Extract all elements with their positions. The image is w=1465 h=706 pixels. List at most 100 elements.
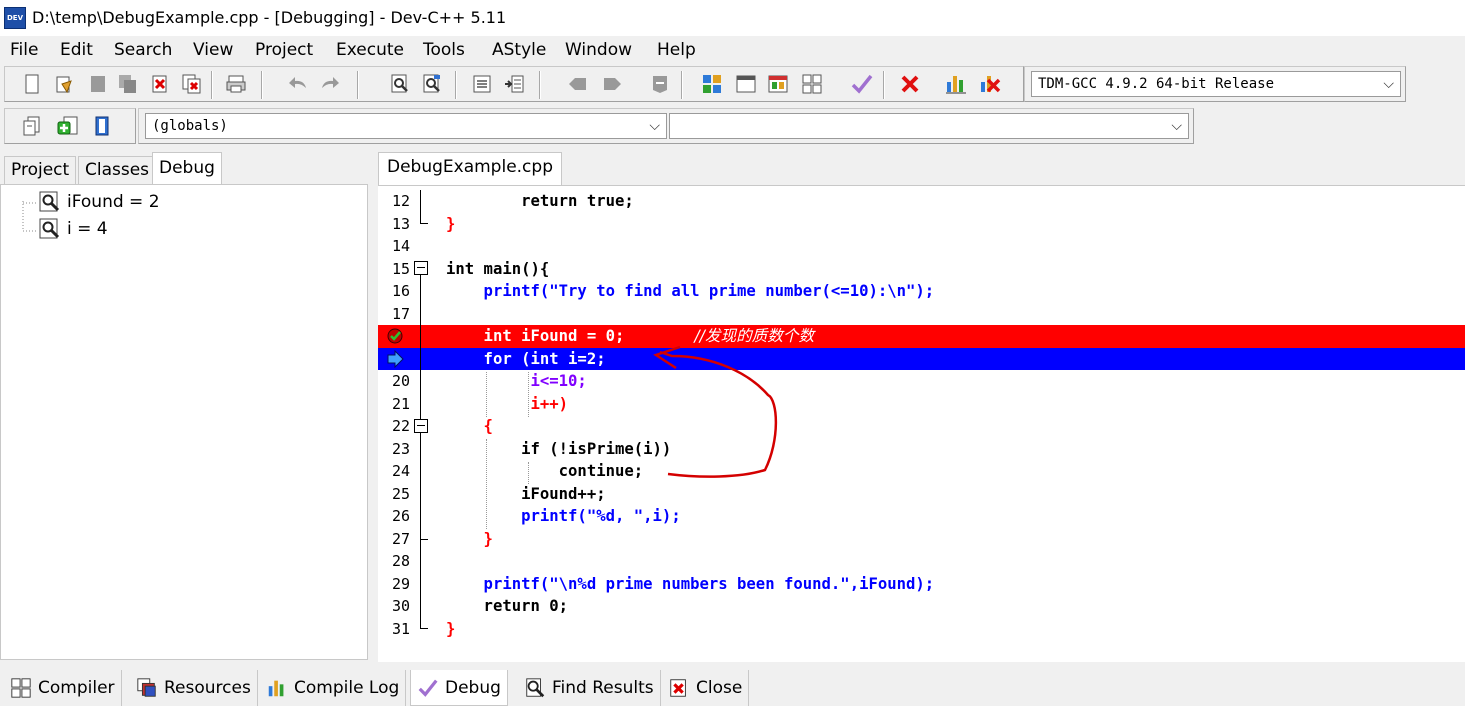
line-number: 30 — [391, 597, 410, 615]
menu-bar: File Edit Search View Project Execute To… — [0, 36, 1465, 64]
code-line[interactable]: 14 — [378, 235, 1465, 258]
add-to-project-button[interactable] — [55, 113, 81, 139]
indent-button[interactable] — [469, 71, 495, 97]
compile-button[interactable] — [699, 71, 725, 97]
compile-run-button[interactable] — [765, 71, 791, 97]
goto-line-button[interactable] — [501, 71, 527, 97]
chevron-down-icon: ⌵ — [1383, 76, 1394, 92]
rebuild-all-button[interactable] — [799, 71, 825, 97]
tab-find-results[interactable]: Find Results — [518, 670, 661, 706]
menu-window[interactable]: Window — [565, 40, 632, 60]
current-execution-line[interactable]: for (int i=2; — [378, 347, 1465, 370]
code-text: for (int i=2; — [446, 349, 606, 368]
open-file-button[interactable] — [51, 71, 77, 97]
code-line[interactable]: 23 if (!isPrime(i)) — [378, 438, 1465, 461]
code-line[interactable]: 17 — [378, 303, 1465, 326]
tab-project[interactable]: Project — [4, 156, 77, 184]
breakpoint-line[interactable]: int iFound = 0;//发现的质数个数 — [378, 325, 1465, 348]
profile-analysis-button[interactable] — [943, 71, 969, 97]
code-line[interactable]: 27 } — [378, 528, 1465, 551]
code-line[interactable]: 12 return true; — [378, 190, 1465, 213]
search-icon — [526, 678, 545, 698]
redo-button[interactable] — [317, 71, 343, 97]
prev-page-button[interactable] — [565, 71, 591, 97]
print-button[interactable] — [223, 71, 249, 97]
tab-close[interactable]: Close — [662, 670, 750, 706]
editor-tab[interactable]: DebugExample.cpp — [378, 152, 562, 186]
code-line[interactable]: 22 { — [378, 415, 1465, 438]
toolbar-separator — [261, 71, 263, 99]
toggle-bookmark-button[interactable] — [647, 71, 673, 97]
tab-debug[interactable]: Debug — [152, 152, 222, 184]
tab-compile-log[interactable]: Compile Log — [260, 670, 407, 706]
menu-view[interactable]: View — [193, 40, 233, 60]
replace-button[interactable] — [419, 71, 445, 97]
delete-profile-button[interactable] — [977, 71, 1003, 97]
member-select[interactable]: ⌵ — [669, 113, 1189, 139]
menu-search[interactable]: Search — [114, 40, 172, 60]
code-text: int main(){ — [446, 259, 550, 278]
fold-toggle[interactable] — [414, 419, 428, 433]
bottom-tabs: Compiler Resources Compile Log Debug Fin… — [0, 670, 1465, 706]
line-number: 24 — [391, 462, 410, 480]
tab-debug-output[interactable]: Debug — [410, 670, 508, 706]
code-line[interactable]: 16 printf("Try to find all prime number(… — [378, 280, 1465, 303]
compile-log-icon — [268, 680, 284, 697]
code-text: i<=10; — [446, 372, 587, 390]
line-number: 17 — [391, 304, 410, 323]
next-page-button[interactable] — [599, 71, 625, 97]
menu-help[interactable]: Help — [657, 40, 696, 60]
toolbar-separator — [455, 71, 457, 99]
fold-end — [420, 628, 428, 629]
stop-execution-button[interactable] — [897, 71, 923, 97]
save-all-button[interactable] — [115, 71, 141, 97]
breakpoint-icon — [387, 328, 403, 344]
code-line[interactable]: 21 i++) — [378, 393, 1465, 416]
tab-resources[interactable]: Resources — [130, 670, 258, 706]
watch-item[interactable]: i = 4 — [39, 216, 108, 242]
code-line[interactable]: 24 continue; — [378, 460, 1465, 483]
watch-item[interactable]: iFound = 2 — [39, 189, 160, 215]
new-project-button[interactable] — [19, 113, 45, 139]
indent-guide — [486, 439, 487, 529]
save-button[interactable] — [85, 71, 111, 97]
new-file-button[interactable] — [19, 71, 45, 97]
menu-edit[interactable]: Edit — [60, 40, 93, 60]
code-line[interactable]: 31 } — [378, 618, 1465, 641]
code-line[interactable]: 20 i<=10; — [378, 370, 1465, 393]
menu-execute[interactable]: Execute — [336, 40, 404, 60]
menu-file[interactable]: File — [10, 40, 38, 60]
code-line[interactable]: 29 printf("\n%d prime numbers been found… — [378, 573, 1465, 596]
code-comment: //发现的质数个数 — [694, 327, 815, 345]
line-number: 26 — [391, 507, 410, 525]
code-line[interactable]: 26 printf("%d, ",i); — [378, 505, 1465, 528]
close-file-button[interactable] — [147, 71, 173, 97]
compiler-select[interactable]: TDM-GCC 4.9.2 64-bit Release ⌵ — [1031, 71, 1401, 97]
close-all-button[interactable] — [179, 71, 205, 97]
menu-project[interactable]: Project — [255, 40, 313, 60]
code-line[interactable]: 15 int main(){ — [378, 258, 1465, 281]
run-button[interactable] — [733, 71, 759, 97]
tab-label: Find Results — [552, 678, 654, 698]
undo-button[interactable] — [285, 71, 311, 97]
tab-label: Close — [696, 678, 743, 698]
syntax-check-button[interactable] — [849, 71, 875, 97]
fold-end — [420, 539, 428, 540]
code-line[interactable]: 30 return 0; — [378, 595, 1465, 618]
remove-from-project-button[interactable] — [89, 113, 115, 139]
tab-classes[interactable]: Classes — [78, 156, 157, 184]
menu-tools[interactable]: Tools — [423, 40, 465, 60]
scope-select[interactable]: (globals) ⌵ — [145, 113, 667, 139]
toolbar-separator — [883, 71, 885, 99]
code-line[interactable]: 28 — [378, 550, 1465, 573]
menu-astyle[interactable]: AStyle — [492, 40, 546, 60]
resources-icon — [137, 678, 156, 697]
code-editor[interactable]: 12 return true; 13 } 14 15 int main(){ 1… — [378, 185, 1465, 662]
code-line[interactable]: 25 iFound++; — [378, 483, 1465, 506]
code-line[interactable]: 13 } — [378, 213, 1465, 236]
tab-compiler[interactable]: Compiler — [4, 670, 122, 706]
fold-toggle[interactable] — [414, 261, 428, 275]
fold-line — [420, 433, 421, 628]
code-text: iFound++; — [446, 484, 606, 503]
find-button[interactable] — [387, 71, 413, 97]
